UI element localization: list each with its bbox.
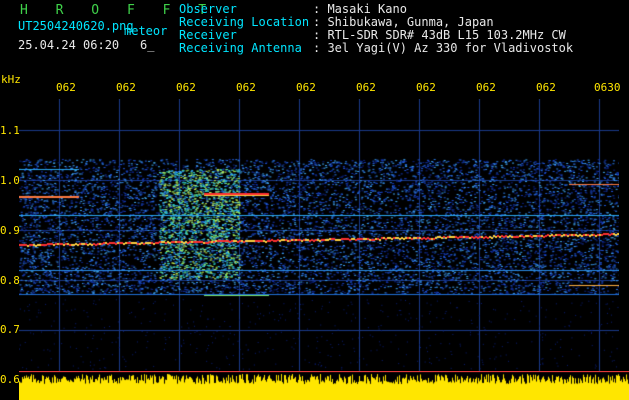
time-label: 062: [356, 81, 376, 94]
spectrogram-canvas: [19, 99, 619, 380]
frequency-tick-label: 0.6: [0, 373, 20, 386]
time-label: 062: [536, 81, 556, 94]
noise-level-strip: [19, 371, 629, 400]
time-label: 062: [56, 81, 76, 94]
field-antenna-value: : 3el Yagi(V) Az 330 for Vladivostok: [313, 41, 574, 55]
frequency-tick-label: 0.8: [0, 274, 20, 287]
time-label: 062: [476, 81, 496, 94]
field-antenna-label: Receiving Antenna: [179, 41, 302, 55]
small-value: 6_: [140, 38, 155, 52]
capture-datetime: 25.04.24 06:20: [18, 38, 120, 52]
frequency-tick-label: 1.1: [0, 124, 20, 137]
time-label: 062: [116, 81, 136, 94]
time-label: 062: [176, 81, 196, 94]
image-tag: meteor: [124, 24, 168, 38]
time-label: 062: [236, 81, 256, 94]
time-label: 0630: [594, 81, 621, 94]
frequency-tick-label: 0.7: [0, 323, 20, 336]
station-values: : Masaki Kano : Shibukawa, Gunma, Japan …: [313, 3, 573, 55]
station-info: Observer Receiving Location Receiver Rec…: [179, 3, 309, 55]
time-label: 062: [296, 81, 316, 94]
frequency-tick-label: 0.9: [0, 224, 20, 237]
axis-unit: kHz: [1, 73, 21, 86]
image-filename: UT2504240620.png: [18, 19, 134, 33]
time-label: 062: [416, 81, 436, 94]
frequency-tick-label: 1.0: [0, 174, 20, 187]
